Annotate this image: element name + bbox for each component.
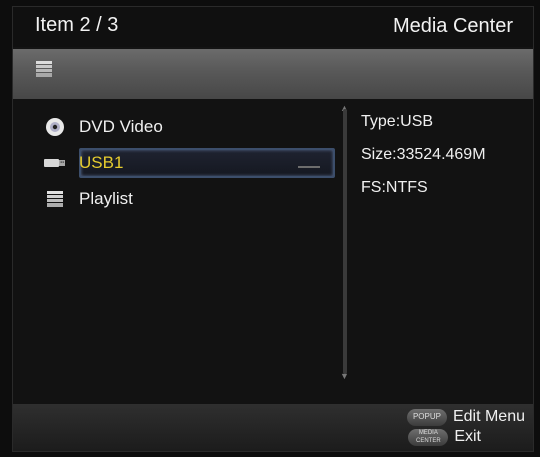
- app-title: Media Center: [392, 15, 513, 37]
- footer-bar: POPUP Edit Menu MEDIA CENTER Exit: [13, 404, 533, 451]
- path-bar: [13, 49, 533, 99]
- device-filesystem: FS:NTFS: [361, 179, 428, 196]
- disc-icon: [43, 116, 67, 138]
- list-item-label: Playlist: [79, 189, 133, 208]
- list-item-dvd-video[interactable]: DVD Video: [43, 109, 343, 145]
- key-line: CENTER: [415, 438, 441, 444]
- hint-exit[interactable]: MEDIA CENTER Exit: [408, 428, 481, 446]
- list-item-label: USB1: [79, 153, 124, 172]
- folder-icon: [43, 188, 67, 210]
- media-center-key-icon: MEDIA CENTER: [408, 428, 449, 446]
- folder-icon: [36, 61, 52, 77]
- hint-label: Exit: [454, 428, 481, 445]
- hint-label: Edit Menu: [452, 408, 525, 425]
- list-item-playlist[interactable]: Playlist: [43, 181, 343, 217]
- item-counter: Item 2 / 3: [35, 14, 119, 36]
- hint-edit-menu[interactable]: POPUP Edit Menu: [406, 408, 525, 426]
- usb-icon: [43, 152, 67, 174]
- title-bar: Item 2 / 3 Media Center: [13, 7, 533, 47]
- device-size: Size:33524.469M: [361, 146, 486, 163]
- content-area: DVD Video USB1 Playlist ▲ ▼ Type:USB Siz…: [13, 99, 533, 404]
- media-center-screen: Item 2 / 3 Media Center DVD Video USB1 P…: [12, 6, 534, 452]
- list-item-label: DVD Video: [79, 117, 163, 136]
- selection-underline: [298, 166, 320, 168]
- scrollbar[interactable]: [343, 109, 347, 374]
- scroll-down-arrow-icon[interactable]: ▼: [340, 371, 349, 381]
- device-list: DVD Video USB1 Playlist: [43, 109, 343, 217]
- list-item-usb1[interactable]: USB1: [43, 145, 343, 181]
- tv-frame: Item 2 / 3 Media Center DVD Video USB1 P…: [0, 0, 540, 457]
- device-type: Type:USB: [361, 113, 434, 130]
- key-line: MEDIA: [418, 430, 438, 436]
- popup-key-icon: POPUP: [406, 408, 447, 426]
- device-info-panel: Type:USB Size:33524.469M FS:NTFS: [361, 113, 526, 212]
